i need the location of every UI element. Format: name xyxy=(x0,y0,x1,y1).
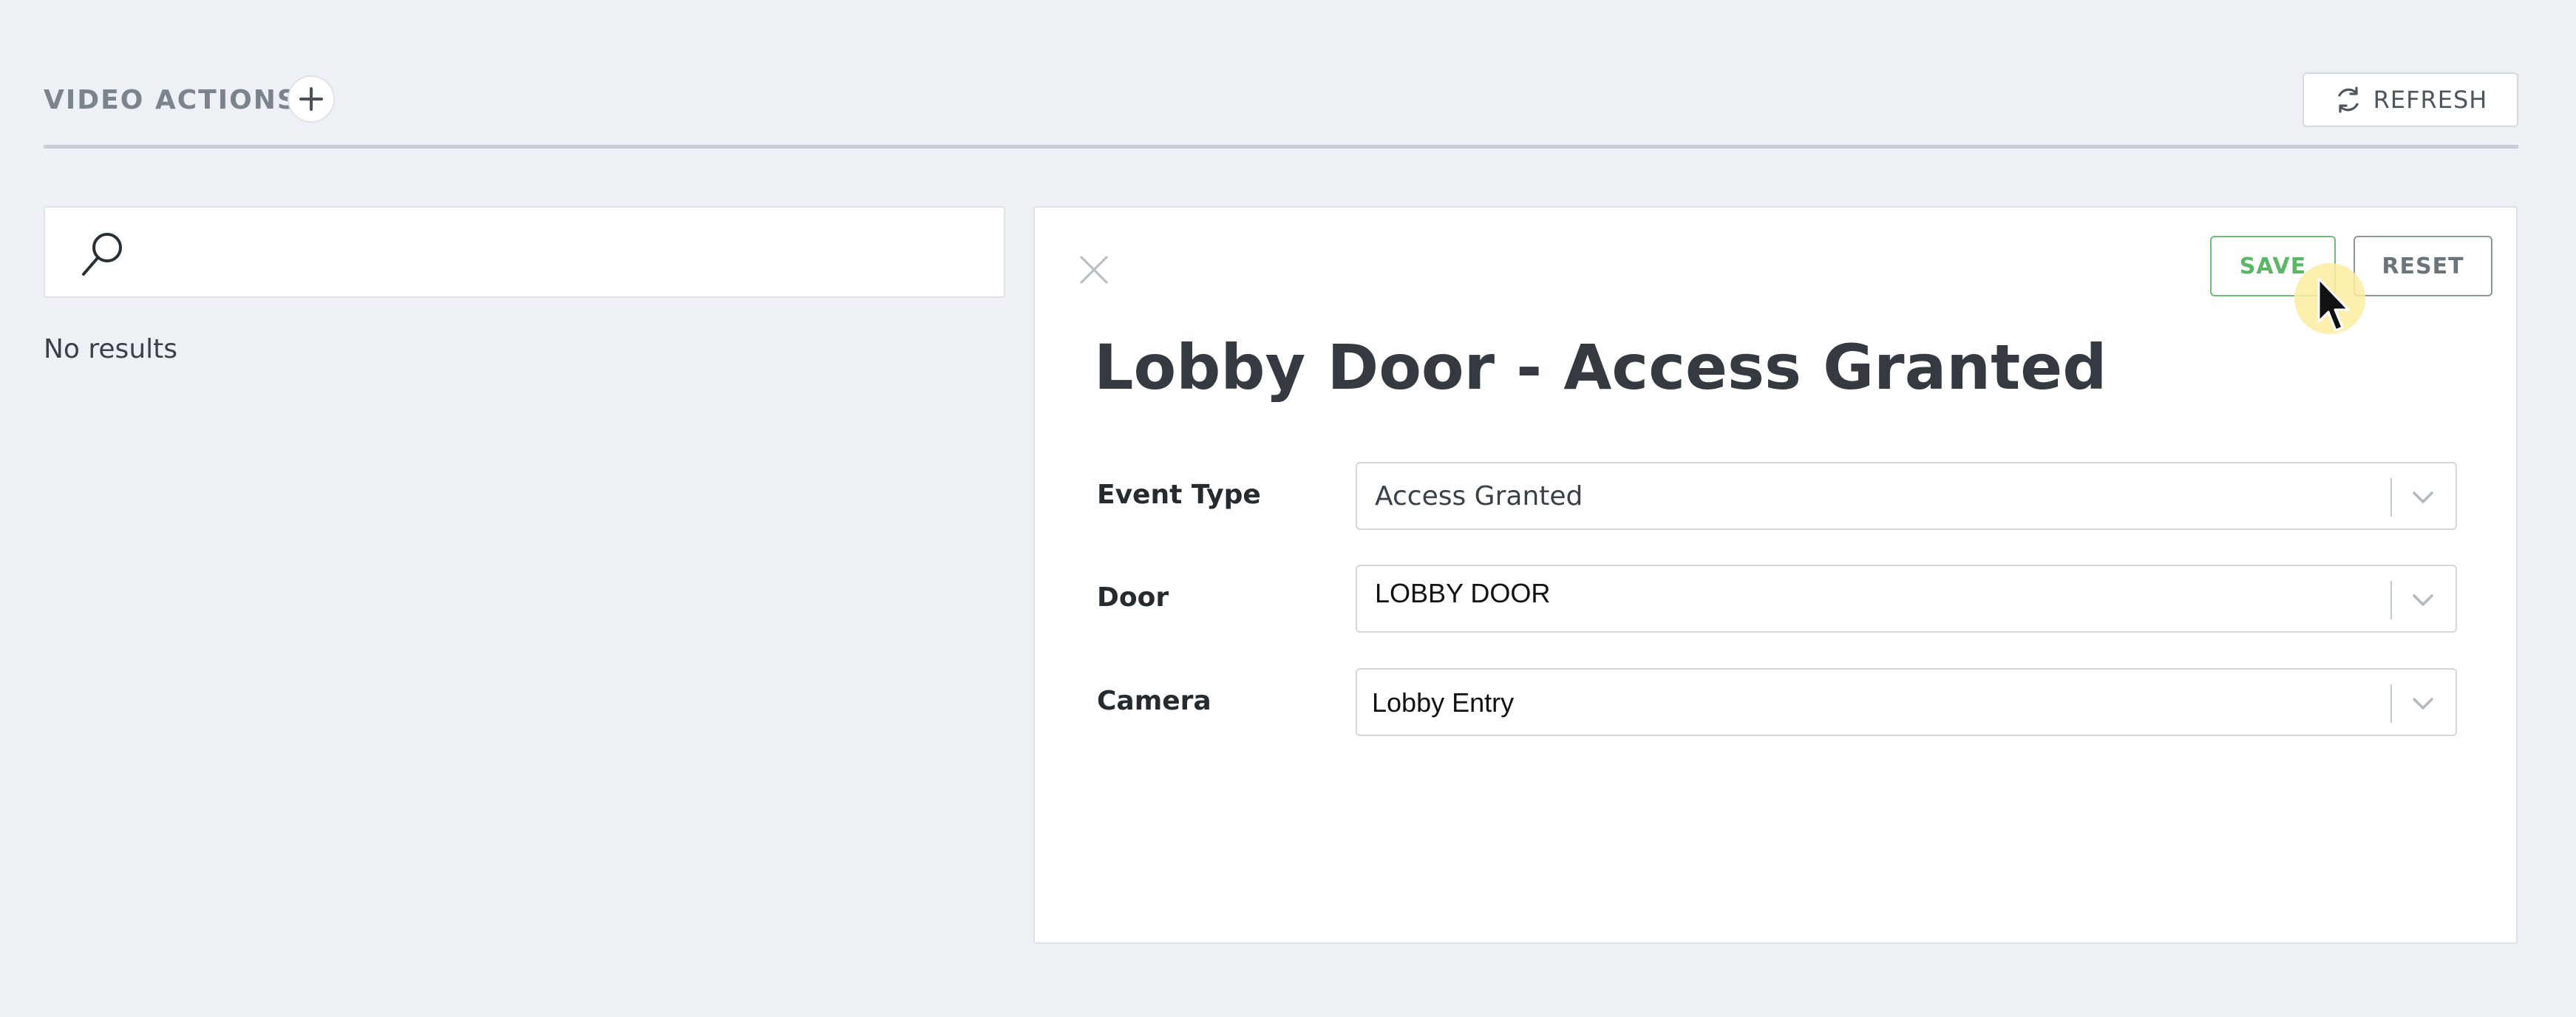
event-type-select[interactable]: Access Granted xyxy=(1356,462,2457,530)
form-row-event-type: Event Type Access Granted xyxy=(1097,462,2487,530)
select-separator xyxy=(2390,581,2392,619)
search-icon xyxy=(82,233,122,276)
plus-icon xyxy=(299,87,323,111)
camera-value: Lobby Entry xyxy=(1372,687,1515,718)
chevron-down-icon[interactable] xyxy=(2410,590,2436,610)
chevron-down-icon[interactable] xyxy=(2410,693,2436,714)
door-value: LOBBY DOOR xyxy=(1375,578,1551,608)
form-row-camera: Camera Lobby Entry xyxy=(1097,668,2487,736)
select-separator xyxy=(2390,684,2392,723)
page-header: VIDEO ACTIONS REFRESH xyxy=(44,72,2518,149)
chevron-down-icon[interactable] xyxy=(2410,487,2436,508)
video-action-detail-panel: SAVE RESET Lobby Door - Access Granted E… xyxy=(1033,206,2518,944)
page-title: VIDEO ACTIONS xyxy=(44,85,298,115)
search-box[interactable] xyxy=(44,206,1005,298)
mouse-cursor-icon xyxy=(2317,277,2350,332)
camera-label: Camera xyxy=(1097,686,1211,716)
event-type-label: Event Type xyxy=(1097,480,1261,510)
door-label: Door xyxy=(1097,582,1169,613)
search-input[interactable] xyxy=(149,221,987,286)
refresh-button[interactable]: REFRESH xyxy=(2303,72,2518,127)
form-row-door: Door LOBBY DOOR xyxy=(1097,565,2487,633)
reset-button[interactable]: RESET xyxy=(2354,236,2492,296)
select-separator xyxy=(2390,478,2392,517)
door-select[interactable]: LOBBY DOOR xyxy=(1356,565,2457,633)
detail-title: Lobby Door - Access Granted xyxy=(1094,331,2107,404)
refresh-button-label: REFRESH xyxy=(2373,86,2488,114)
close-icon[interactable] xyxy=(1076,252,1112,288)
header-divider xyxy=(44,145,2518,149)
refresh-icon xyxy=(2338,86,2359,113)
event-type-value: Access Granted xyxy=(1375,481,1583,511)
no-results-text: No results xyxy=(44,334,178,364)
add-video-action-button[interactable] xyxy=(288,75,335,123)
camera-select[interactable]: Lobby Entry xyxy=(1356,668,2457,736)
